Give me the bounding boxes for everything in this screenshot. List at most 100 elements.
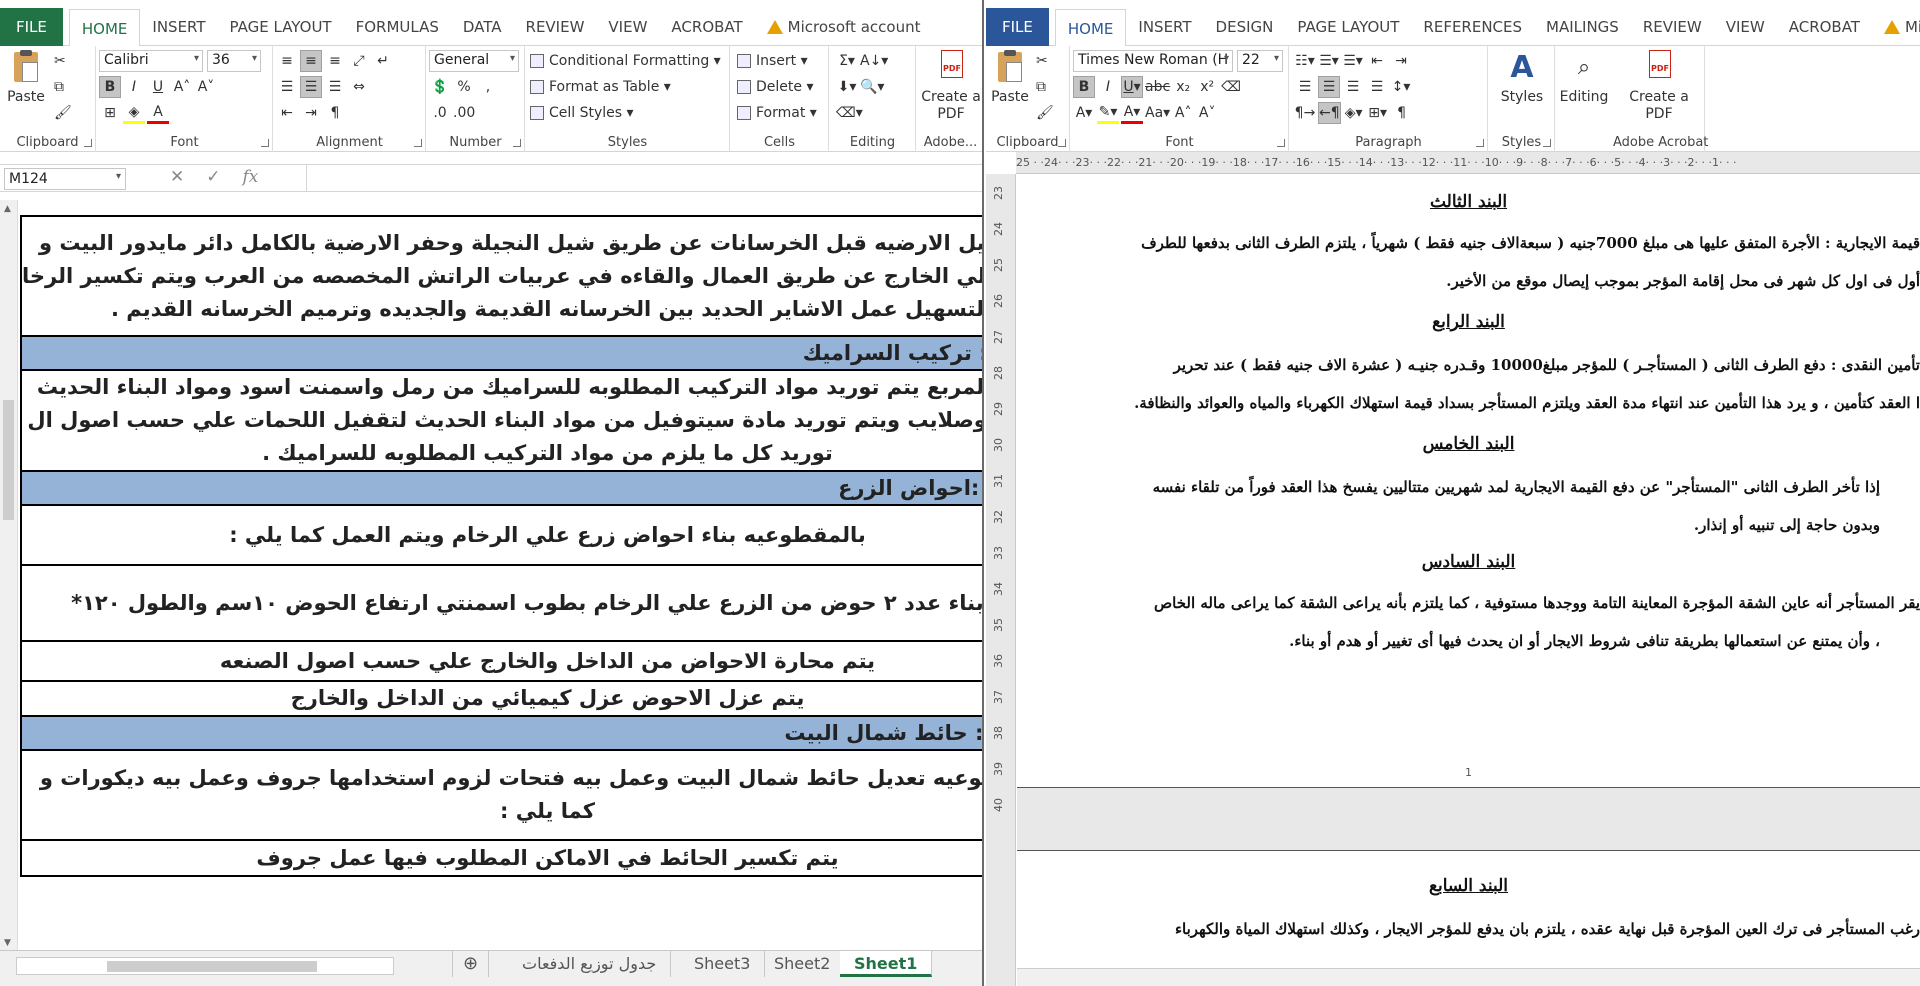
conditional-formatting-button[interactable]: Conditional Formatting ▾ [530, 50, 721, 72]
clipboard-launcher-icon[interactable] [1058, 139, 1066, 147]
ltr-icon[interactable]: ¶→ [1294, 102, 1316, 124]
excel-tab-file[interactable]: FILE [0, 8, 63, 46]
underline-icon[interactable]: U [147, 76, 169, 98]
bullets-icon[interactable]: ☷▾ [1294, 50, 1316, 72]
word-tab-references[interactable]: REFERENCES [1411, 8, 1534, 46]
align-middle-icon[interactable]: ≡ [300, 50, 322, 72]
enter-formula-icon[interactable]: ✓ [206, 167, 220, 187]
increase-font-icon[interactable]: A˄ [171, 76, 193, 98]
excel-tab-view[interactable]: VIEW [596, 8, 659, 46]
excel-tab-insert[interactable]: INSERT [140, 8, 217, 46]
item-description-cell[interactable]: بالمقطوعيه تعديل حائط شمال البيت وعمل بي… [20, 749, 982, 841]
autosum-icon[interactable]: Σ▾ [836, 50, 858, 72]
number-launcher-icon[interactable] [513, 139, 521, 147]
font-launcher-icon[interactable] [1277, 139, 1285, 147]
copy-icon[interactable]: ⧉ [1036, 76, 1046, 98]
excel-tab-review[interactable]: REVIEW [514, 8, 597, 46]
insert-function-icon[interactable]: fx [243, 167, 259, 187]
word-tab-file[interactable]: FILE [986, 8, 1049, 46]
clear-formatting-icon[interactable]: ⌫ [1220, 76, 1242, 98]
delete-cells-button[interactable]: Delete ▾ [737, 76, 813, 98]
multilevel-list-icon[interactable]: ☰▾ [1342, 50, 1364, 72]
grow-font-icon[interactable]: A˄ [1172, 102, 1194, 124]
format-painter-icon[interactable]: 🖌 [54, 102, 72, 124]
horizontal-scroll-thumb[interactable] [107, 961, 317, 972]
text-direction-icon[interactable]: ¶ [324, 102, 346, 124]
numbering-icon[interactable]: ☰▾ [1318, 50, 1340, 72]
excel-account[interactable]: Microsoft account [755, 8, 933, 46]
borders-icon[interactable]: ⊞▾ [1367, 102, 1389, 124]
bold-icon[interactable]: B [1073, 76, 1095, 98]
word-tab-review[interactable]: REVIEW [1631, 8, 1714, 46]
font-launcher-icon[interactable] [261, 139, 269, 147]
document-page[interactable]: البند الثالث قيمة الايجارية : الأجرة الم… [1017, 174, 1920, 986]
decrease-indent-icon[interactable]: ⇤ [276, 102, 298, 124]
align-bottom-icon[interactable]: ≡ [324, 50, 346, 72]
sheet-tab-payments[interactable]: جدول توزيع الدفعات [508, 951, 672, 977]
scroll-up-icon[interactable]: ▲ [4, 204, 11, 214]
font-color-icon[interactable]: A [147, 102, 169, 124]
increase-indent-icon[interactable]: ⇥ [1390, 50, 1412, 72]
merge-center-icon[interactable]: ⇔ [348, 76, 370, 98]
excel-number-format[interactable]: General [429, 50, 519, 72]
excel-font-name[interactable]: Calibri [99, 50, 203, 72]
word-tab-home[interactable]: HOME [1054, 9, 1127, 47]
item-description-cell[interactable]: يتم بناء عدد ٢ حوض من الزرع علي الرخام ب… [20, 564, 982, 642]
alignment-launcher-icon[interactable] [414, 139, 422, 147]
bold-icon[interactable]: B [99, 76, 121, 98]
styles-launcher-icon[interactable] [1543, 139, 1551, 147]
section-header-cell[interactable]: البند الثالث :احواض الزرع [20, 470, 982, 506]
cell-styles-button[interactable]: Cell Styles ▾ [530, 102, 634, 124]
format-as-table-button[interactable]: Format as Table ▾ [530, 76, 671, 98]
word-paste-button[interactable]: Paste [990, 50, 1030, 106]
justify-icon[interactable]: ☰ [1366, 76, 1388, 98]
align-left-icon[interactable]: ☰ [1294, 76, 1316, 98]
add-sheet-icon[interactable]: ⊕ [452, 951, 490, 977]
formula-input[interactable] [306, 165, 982, 192]
cut-icon[interactable]: ✂ [54, 50, 66, 72]
section-header-cell[interactable]: البند الرابع : حائط شمال البيت [20, 715, 982, 751]
word-tab-mailings[interactable]: MAILINGS [1534, 8, 1631, 46]
clear-icon[interactable]: ⌫▾ [836, 102, 863, 124]
insert-cells-button[interactable]: Insert ▾ [737, 50, 808, 72]
excel-tab-acrobat[interactable]: ACROBAT [659, 8, 754, 46]
item-description-cell[interactable]: بالمقطوعيه بناء احواض زرع علي الرخام ويت… [20, 504, 982, 566]
strikethrough-icon[interactable]: abc [1145, 76, 1170, 98]
decrease-indent-icon[interactable]: ⇤ [1366, 50, 1388, 72]
word-editing-button[interactable]: ⌕ Editing [1558, 50, 1610, 106]
excel-tab-page-layout[interactable]: PAGE LAYOUT [218, 8, 344, 46]
cut-icon[interactable]: ✂ [1036, 50, 1048, 72]
decrease-decimal-icon[interactable]: .00 [453, 102, 475, 124]
excel-create-pdf-button[interactable]: Create a PDF [921, 50, 981, 123]
change-case-icon[interactable]: Aa▾ [1145, 102, 1170, 124]
text-effects-icon[interactable]: A▾ [1073, 102, 1095, 124]
increase-decimal-icon[interactable]: .0 [429, 102, 451, 124]
italic-icon[interactable]: I [1097, 76, 1119, 98]
align-left-icon[interactable]: ☰ [276, 76, 298, 98]
excel-font-size[interactable]: 36 [207, 50, 261, 72]
excel-tab-home[interactable]: HOME [68, 9, 141, 47]
line-spacing-icon[interactable]: ↕▾ [1390, 76, 1412, 98]
horizontal-scrollbar[interactable] [1017, 968, 1920, 986]
fill-icon[interactable]: ⬇▾ [836, 76, 858, 98]
align-right-icon[interactable]: ☰ [324, 76, 346, 98]
item-description-cell[interactable]: يتم تأهيل الارضيه قبل الخرسانات عن طريق … [20, 215, 982, 337]
fill-color-icon[interactable]: ◈ [123, 102, 145, 124]
word-tab-insert[interactable]: INSERT [1126, 8, 1203, 46]
subscript-icon[interactable]: x₂ [1172, 76, 1194, 98]
accounting-format-icon[interactable]: 💲 [429, 76, 451, 98]
show-marks-icon[interactable]: ¶ [1391, 102, 1413, 124]
excel-tab-data[interactable]: DATA [451, 8, 514, 46]
format-painter-icon[interactable]: 🖌 [1036, 102, 1054, 124]
sheet-tab-sheet1[interactable]: Sheet1 [840, 951, 933, 977]
section-header-cell[interactable]: البند الثاني: تركيب السراميك [20, 335, 982, 371]
item-description-cell[interactable]: يتم عزل الاحوض عزل كيميائي من الداخل وال… [20, 680, 982, 717]
percent-icon[interactable]: % [453, 76, 475, 98]
find-select-icon[interactable]: 🔍▾ [860, 76, 884, 98]
word-tab-design[interactable]: DESIGN [1204, 8, 1286, 46]
vertical-scroll-thumb[interactable] [3, 400, 14, 520]
comma-style-icon[interactable]: , [477, 76, 499, 98]
sheet-tab-sheet2[interactable]: Sheet2 [760, 951, 846, 977]
item-description-cell[interactable]: يتم محارة الاحواض من الداخل والخارج علي … [20, 640, 982, 682]
font-color-icon[interactable]: A▾ [1121, 102, 1143, 124]
